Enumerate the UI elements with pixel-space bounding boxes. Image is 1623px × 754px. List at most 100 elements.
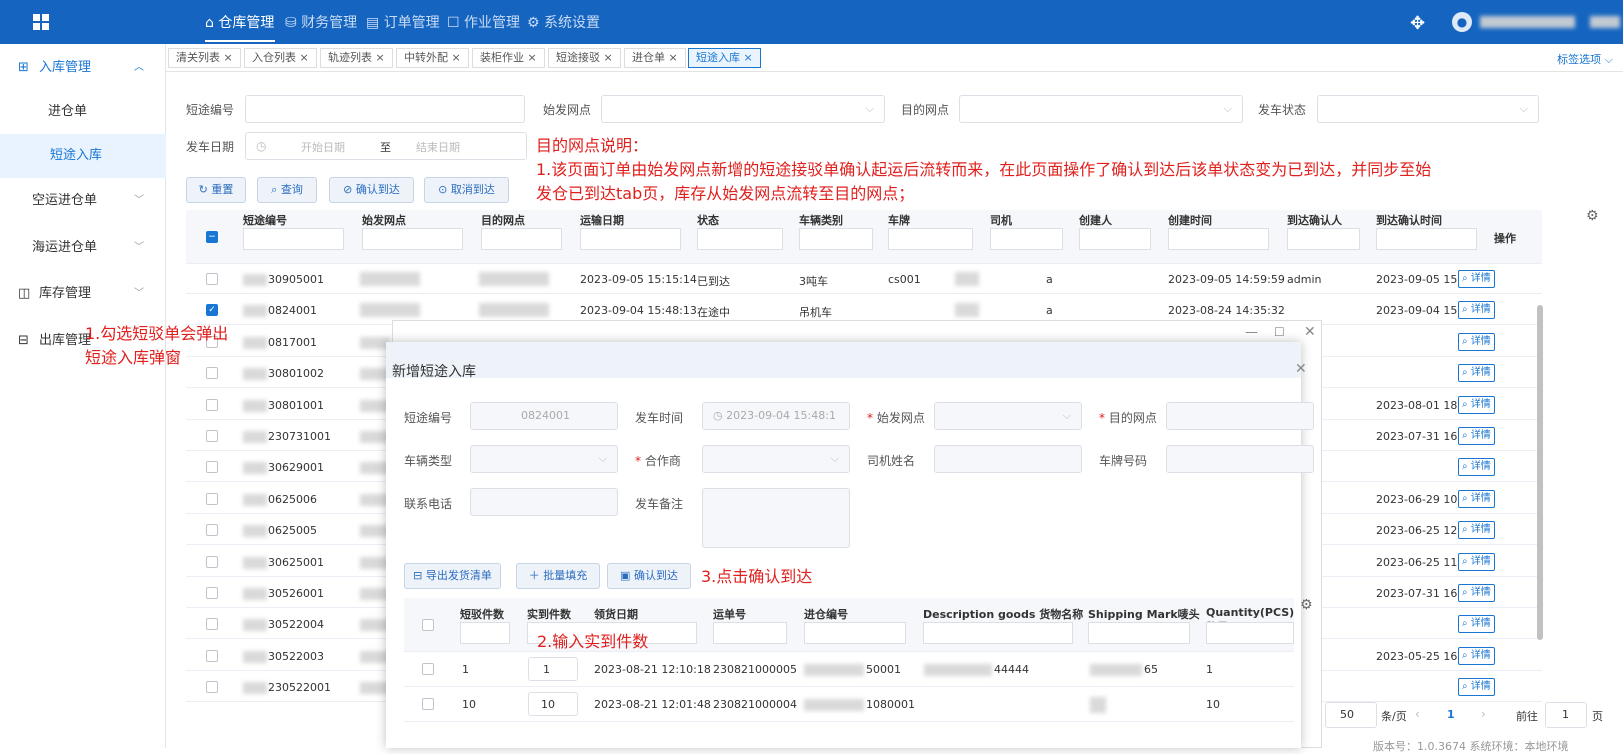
avatar[interactable]: ● — [1452, 12, 1472, 32]
detail-button[interactable]: ⌕ 详情 — [1458, 678, 1495, 697]
row-checkbox[interactable] — [422, 698, 434, 710]
col-filter-input[interactable] — [697, 228, 783, 250]
minimize-icon[interactable]: — — [1245, 325, 1258, 340]
row-checkbox[interactable] — [206, 273, 218, 285]
sidebar-item-short-inbound[interactable]: 短途入库 — [0, 134, 166, 178]
detail-button[interactable]: ⌕ 详情 — [1458, 552, 1495, 571]
detail-button[interactable]: ⌕ 详情 — [1458, 332, 1495, 351]
tab[interactable]: 轨迹列表 × — [320, 48, 393, 68]
tab[interactable]: 清关列表 × — [168, 48, 241, 68]
nav-orders[interactable]: ▤ 订单管理 — [366, 12, 440, 32]
modal-col-filter[interactable] — [804, 622, 906, 644]
maximize-icon[interactable]: ☐ — [1274, 325, 1285, 339]
detail-button[interactable]: ⌕ 详情 — [1458, 489, 1495, 508]
nav-finance[interactable]: ⛁ 财务管理 — [285, 12, 357, 32]
tab[interactable]: 中转外配 × — [396, 48, 469, 68]
detail-button[interactable]: ⌕ 详情 — [1458, 646, 1495, 665]
col-filter-input[interactable] — [1079, 228, 1151, 250]
query-button[interactable]: ⌕ 查询 — [257, 177, 317, 203]
confirm-arrival-button[interactable]: ⊘ 确认到达 — [329, 177, 414, 203]
col-filter-input[interactable] — [990, 228, 1063, 250]
actual-count-input[interactable]: 10 — [528, 692, 578, 716]
row-checkbox[interactable] — [206, 492, 218, 505]
detail-button[interactable]: ⌕ 详情 — [1458, 270, 1495, 288]
reset-button[interactable]: ↻ 重置 — [186, 177, 246, 203]
modal-col-filter[interactable] — [923, 622, 1073, 644]
detail-button[interactable]: ⌕ 详情 — [1458, 458, 1495, 477]
tab-options[interactable]: 标签选项 ⌵ — [1557, 51, 1613, 67]
tab-active[interactable]: 短途入库 × — [688, 48, 761, 68]
current-page[interactable]: 1 — [1447, 708, 1455, 721]
tab[interactable]: 进仓单 × — [624, 48, 686, 68]
col-filter-input[interactable] — [888, 228, 973, 250]
sidebar-item-entry[interactable]: 进仓单 — [0, 90, 166, 134]
modal-col-filter[interactable] — [1206, 622, 1294, 644]
table-settings-gear-icon[interactable]: ⚙ — [1586, 208, 1599, 224]
cancel-arrival-button[interactable]: ⊙ 取消到达 — [424, 177, 509, 203]
user-menu-blurred[interactable] — [1590, 16, 1620, 28]
tab[interactable]: 入仓列表 × — [244, 48, 317, 68]
next-page-icon[interactable]: › — [1481, 707, 1486, 721]
col-filter-input[interactable] — [799, 228, 873, 250]
origin-select[interactable]: ⌵ — [601, 95, 885, 123]
apps-grid-icon[interactable] — [33, 14, 49, 30]
modal-col-filter[interactable] — [713, 622, 787, 644]
modal-col-filter[interactable] — [460, 622, 510, 644]
row-checkbox[interactable] — [206, 649, 218, 662]
page-size-select[interactable]: 50 — [1325, 702, 1377, 728]
sidebar-item-inbound[interactable]: ⊞ 入库管理 ︿ — [0, 46, 166, 90]
tab[interactable]: 装柜作业 × — [472, 48, 545, 68]
detail-button[interactable]: ⌕ 详情 — [1458, 521, 1495, 540]
row-checkbox[interactable]: ✓ — [206, 304, 218, 317]
batch-fill-button[interactable]: ＋ 批量填充 — [516, 563, 600, 589]
row-checkbox[interactable] — [206, 587, 218, 599]
goto-input[interactable]: 1 — [1545, 702, 1587, 728]
detail-button[interactable]: ⌕ 详情 — [1458, 395, 1495, 414]
modal-confirm-arrival-button[interactable]: ▣ 确认到达 — [607, 563, 691, 589]
detail-button[interactable]: ⌕ 详情 — [1458, 427, 1495, 445]
move-icon[interactable]: ✥ — [1410, 13, 1425, 34]
col-filter-input[interactable] — [580, 228, 681, 250]
date-range[interactable]: ◷ 开始日期 至 结束日期 — [245, 132, 527, 160]
export-button[interactable]: ⊟ 导出发货清单 — [404, 563, 501, 589]
col-filter-input[interactable] — [1376, 228, 1477, 250]
col-filter-input[interactable] — [362, 228, 463, 250]
short-no-input[interactable] — [245, 95, 525, 123]
nav-settings[interactable]: ⚙ 系统设置 — [527, 12, 600, 32]
row-checkbox[interactable] — [206, 398, 218, 411]
col-filter-input[interactable] — [1168, 228, 1269, 250]
table-row[interactable]: 30905001 2023-09-05 15:15:14 已到达 3吨车 cs001 a 2… — [186, 264, 1542, 294]
row-checkbox[interactable] — [206, 430, 218, 442]
col-filter-input[interactable] — [243, 228, 344, 250]
row-checkbox[interactable] — [422, 663, 434, 675]
row-checkbox[interactable] — [206, 524, 218, 537]
select-all-checkbox[interactable]: − — [206, 231, 218, 243]
modal-table-settings-gear-icon[interactable]: ⚙ — [1300, 597, 1313, 613]
dest-select[interactable]: ⌵ — [959, 95, 1243, 123]
row-checkbox[interactable] — [206, 461, 218, 474]
window-close-icon[interactable]: ✕ — [1304, 324, 1316, 340]
nav-jobs[interactable]: ☐ 作业管理 — [447, 12, 520, 32]
modal-col-filter[interactable] — [1088, 622, 1190, 644]
detail-button[interactable]: ⌕ 详情 — [1458, 615, 1495, 634]
row-checkbox[interactable] — [206, 555, 218, 568]
detail-button[interactable]: ⌕ 详情 — [1458, 364, 1495, 383]
row-checkbox[interactable] — [206, 618, 218, 631]
col-filter-input[interactable] — [1287, 228, 1360, 250]
detail-button[interactable]: ⌕ 详情 — [1458, 301, 1495, 320]
nav-warehouse[interactable]: ⌂ 仓库管理 — [205, 12, 274, 32]
modal-close-icon[interactable]: ✕ — [1295, 361, 1307, 377]
table-scrollbar[interactable] — [1537, 305, 1543, 640]
status-select[interactable]: ⌵ — [1317, 95, 1539, 123]
col-filter-input[interactable] — [481, 228, 562, 250]
row-checkbox[interactable] — [206, 367, 218, 380]
detail-button[interactable]: ⌕ 详情 — [1458, 584, 1495, 602]
sidebar-item-sea[interactable]: 海运进仓单 ﹀ — [0, 226, 166, 270]
modal-select-all-checkbox[interactable] — [422, 619, 434, 631]
tab[interactable]: 短途接驳 × — [548, 48, 621, 68]
actual-count-input[interactable]: 1 — [528, 657, 578, 681]
sidebar-item-air[interactable]: 空运进仓单 ﹀ — [0, 179, 166, 223]
row-checkbox[interactable] — [206, 681, 218, 694]
prev-page-icon[interactable]: ‹ — [1415, 707, 1420, 721]
sidebar-item-stock[interactable]: ◫ 库存管理 ﹀ — [0, 272, 166, 316]
